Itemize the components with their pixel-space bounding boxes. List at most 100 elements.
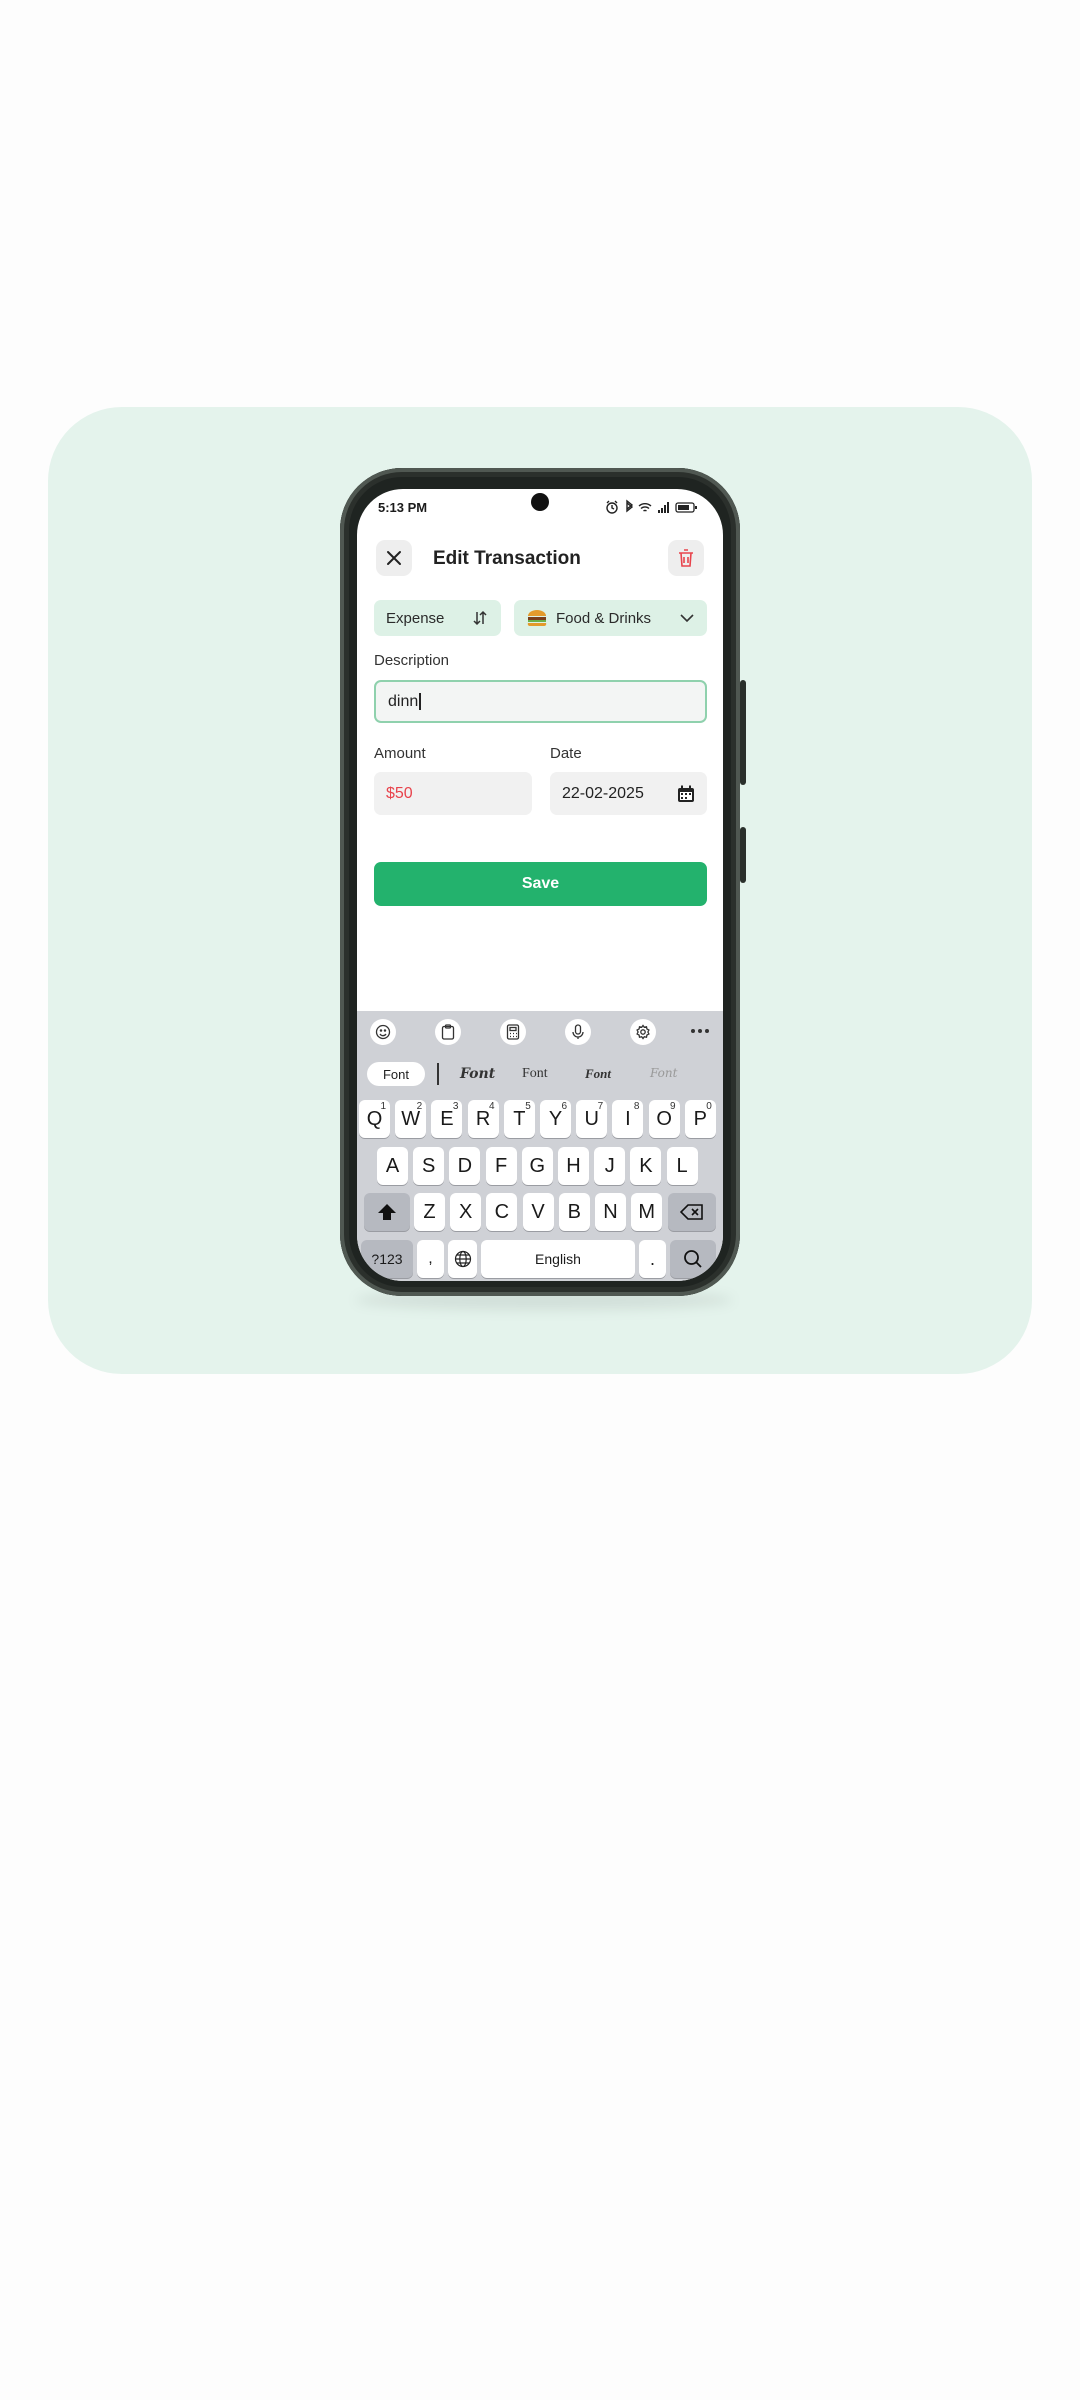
key-label: K [639, 1154, 653, 1177]
save-button[interactable]: Save [374, 862, 707, 906]
description-label: Description [374, 652, 450, 669]
key-o[interactable]: O9 [648, 1100, 680, 1138]
font-option-light-italic[interactable]: Font [650, 1066, 677, 1080]
language-key[interactable] [448, 1240, 477, 1278]
key-label: G [529, 1154, 546, 1177]
amount-input[interactable]: $50 [374, 772, 532, 815]
key-v[interactable]: V [522, 1193, 554, 1231]
category-label: Food & Drinks [556, 609, 652, 627]
chevron-down-icon [680, 614, 694, 623]
key-label: H [566, 1154, 581, 1177]
key-label: C [494, 1200, 510, 1223]
signal-icon [658, 502, 669, 513]
key-label: E [440, 1107, 454, 1130]
key-label: N [603, 1200, 618, 1223]
key-w[interactable]: W2 [395, 1100, 427, 1138]
key-number-hint: 4 [489, 1101, 495, 1112]
key-a[interactable]: A [377, 1147, 408, 1185]
calculator-icon[interactable] [500, 1019, 526, 1045]
phone-side-button-upper [740, 680, 746, 785]
key-number-hint: 8 [633, 1101, 640, 1112]
key-f[interactable]: F [485, 1147, 517, 1185]
key-c[interactable]: C [486, 1193, 518, 1231]
key-number-hint: 2 [416, 1101, 423, 1112]
description-input[interactable]: dinn [374, 680, 707, 723]
swap-vertical-icon [473, 610, 487, 626]
category-selector[interactable]: Food & Drinks [514, 600, 707, 636]
period-key[interactable]: . [639, 1240, 666, 1278]
space-key[interactable]: English [481, 1240, 635, 1278]
mic-icon[interactable] [565, 1019, 591, 1045]
key-label: D [457, 1154, 473, 1177]
key-d[interactable]: D [449, 1147, 481, 1185]
key-e[interactable]: E3 [431, 1100, 463, 1138]
key-label: Y [548, 1107, 563, 1130]
close-button[interactable] [376, 540, 412, 576]
key-label: X [459, 1200, 473, 1223]
key-label: I [625, 1107, 631, 1130]
key-l[interactable]: L [666, 1147, 698, 1185]
key-p[interactable]: P0 [684, 1100, 716, 1138]
page-title: Edit Transaction [433, 548, 581, 569]
battery-icon [675, 502, 697, 513]
key-j[interactable]: J [594, 1147, 626, 1185]
backspace-key[interactable] [668, 1193, 716, 1231]
amount-value: $50 [386, 784, 413, 802]
key-label: P [693, 1107, 707, 1130]
key-y[interactable]: Y6 [540, 1100, 571, 1138]
clipboard-icon[interactable] [435, 1019, 461, 1045]
more-icon[interactable] [689, 1023, 711, 1039]
date-input[interactable]: 22-02-2025 [550, 772, 707, 815]
font-divider [437, 1063, 439, 1085]
key-s[interactable]: S [413, 1147, 445, 1185]
key-x[interactable]: X [450, 1193, 482, 1231]
font-option-default[interactable]: Font [367, 1062, 425, 1086]
transaction-type-selector[interactable]: Expense [374, 600, 501, 636]
key-t[interactable]: T5 [503, 1100, 535, 1138]
key-r[interactable]: R4 [467, 1100, 499, 1138]
key-number-hint: 0 [706, 1101, 712, 1112]
key-i[interactable]: I8 [612, 1100, 644, 1138]
wifi-icon [638, 503, 652, 512]
key-number-hint: 7 [597, 1101, 604, 1112]
font-option-script[interactable]: Font [460, 1066, 495, 1082]
key-label: M [638, 1200, 656, 1223]
key-n[interactable]: N [595, 1193, 626, 1231]
key-k[interactable]: K [630, 1147, 662, 1185]
key-q[interactable]: Q1 [359, 1100, 390, 1138]
key-number-hint: 9 [670, 1101, 676, 1112]
description-value: dinn [388, 692, 419, 710]
key-label: V [531, 1200, 545, 1223]
symbols-key[interactable]: ?123 [361, 1240, 413, 1278]
amount-label: Amount [374, 745, 426, 762]
key-label: T [513, 1107, 526, 1130]
key-u[interactable]: U7 [576, 1100, 608, 1138]
emoji-icon[interactable] [370, 1019, 396, 1045]
bluetooth-icon [626, 499, 634, 513]
transaction-type-label: Expense [386, 609, 445, 627]
key-g[interactable]: G [521, 1147, 553, 1185]
text-caret [419, 693, 421, 710]
search-key[interactable] [670, 1240, 716, 1278]
key-z[interactable]: Z [414, 1193, 445, 1231]
key-label: A [385, 1154, 400, 1177]
key-label: B [567, 1200, 581, 1223]
close-icon [387, 551, 401, 565]
key-label: Z [423, 1200, 436, 1223]
status-time: 5:13 PM [378, 500, 428, 515]
key-b[interactable]: B [558, 1193, 590, 1231]
key-h[interactable]: H [558, 1147, 589, 1185]
shift-key[interactable] [364, 1193, 410, 1231]
key-number-hint: 5 [525, 1101, 531, 1112]
comma-key[interactable]: , [417, 1240, 444, 1278]
date-label: Date [550, 745, 582, 762]
font-option-serif[interactable]: Font [522, 1066, 548, 1082]
settings-icon[interactable] [630, 1019, 656, 1045]
font-option-bold-italic[interactable]: Font [585, 1066, 611, 1082]
status-icons [604, 499, 708, 515]
delete-button[interactable] [668, 540, 704, 576]
key-label: S [422, 1154, 436, 1177]
key-label: L [676, 1154, 688, 1177]
date-value: 22-02-2025 [562, 784, 644, 802]
key-m[interactable]: M [631, 1193, 663, 1231]
